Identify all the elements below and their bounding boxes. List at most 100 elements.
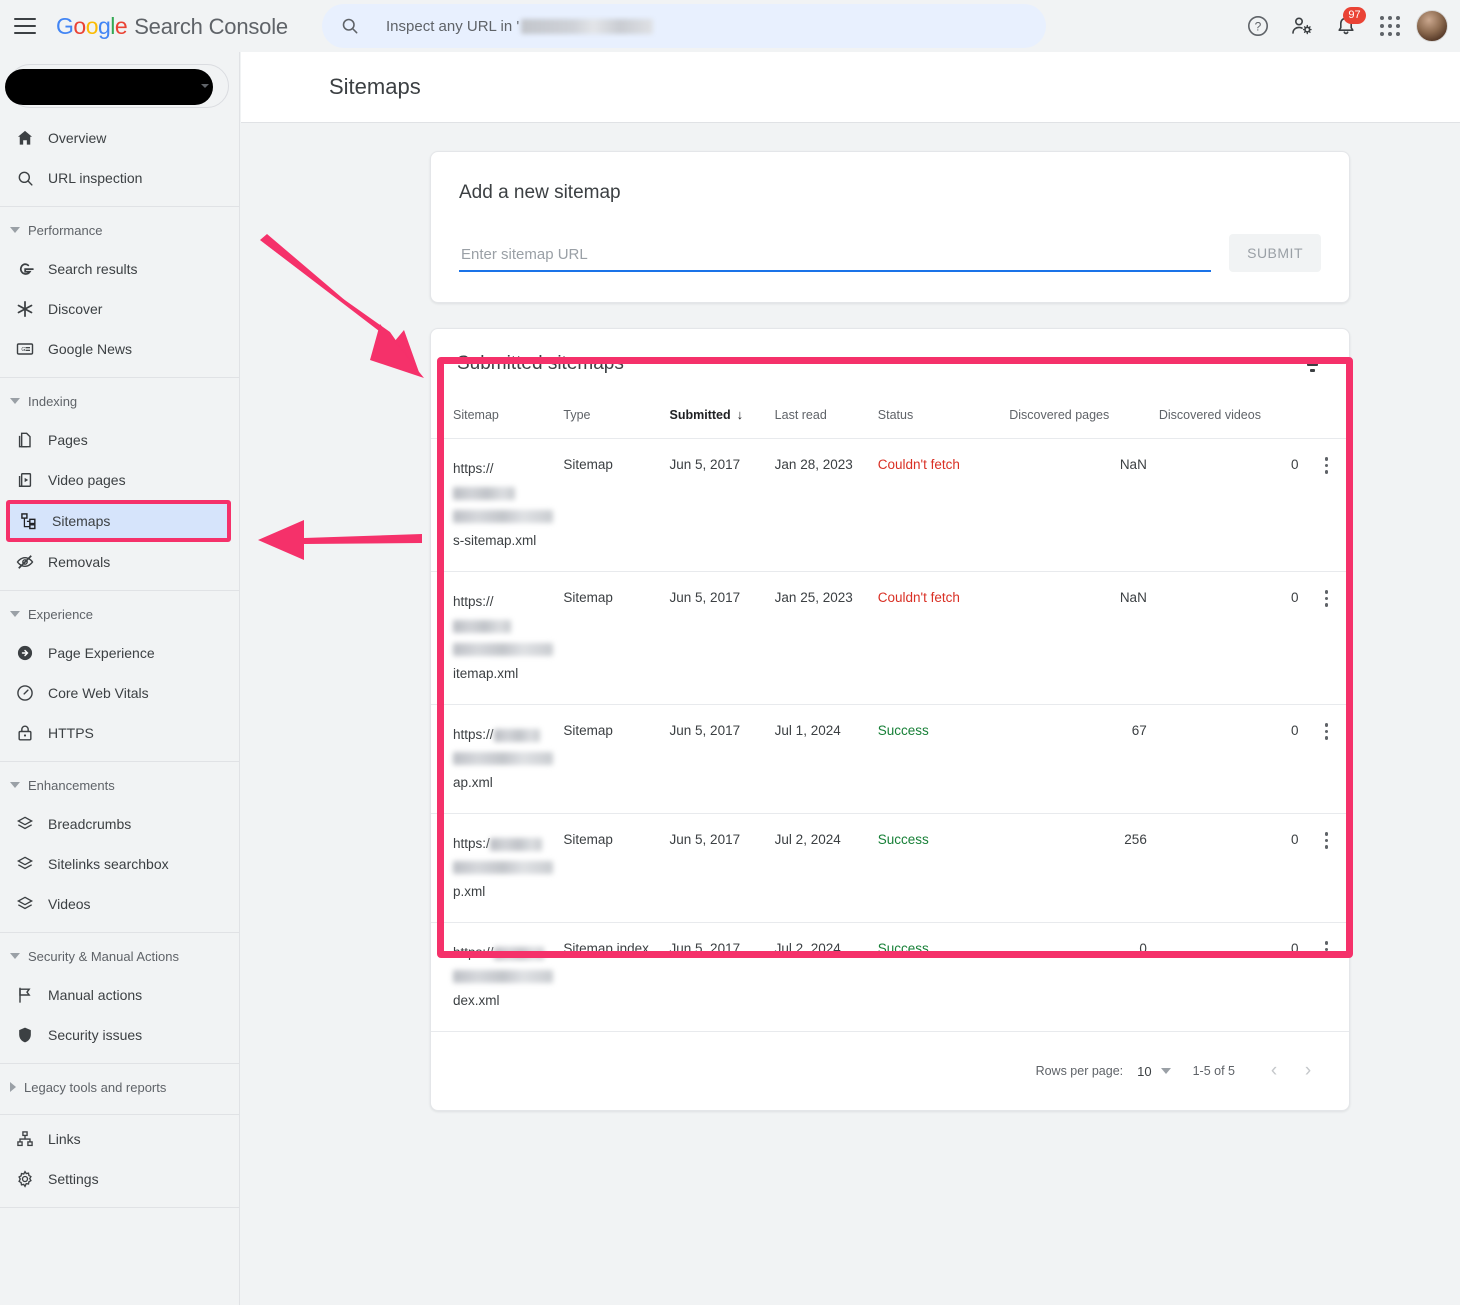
page-title: Sitemaps xyxy=(329,74,421,99)
avatar[interactable] xyxy=(1416,10,1448,42)
cell-last-read: Jan 25, 2023 xyxy=(768,571,872,705)
cell-last-read: Jul 1, 2024 xyxy=(768,704,872,814)
column-header-status[interactable]: Status xyxy=(871,395,1004,439)
sidebar-item-label: Removals xyxy=(48,554,111,570)
table-pagination: Rows per page: 10 1-5 of 5 ‹ › xyxy=(431,1032,1349,1110)
row-menu-icon[interactable] xyxy=(1317,832,1337,849)
sidebar-item-core-web-vitals[interactable]: Core Web Vitals xyxy=(0,673,239,713)
sidebar-item-page-experience[interactable]: Page Experience xyxy=(0,633,239,673)
sidebar-item-label: Videos xyxy=(48,896,91,912)
notifications-icon[interactable]: 97 xyxy=(1324,4,1368,48)
redacted-url-line xyxy=(453,510,553,523)
sitemap-url-input[interactable] xyxy=(459,246,1212,272)
sidebar-item-https[interactable]: HTTPS xyxy=(0,713,239,753)
row-menu-icon[interactable] xyxy=(1317,457,1337,474)
column-header-last-read[interactable]: Last read xyxy=(768,395,872,439)
search-icon xyxy=(342,18,358,34)
sidebar-group-legacy-tools[interactable]: Legacy tools and reports xyxy=(0,1068,239,1106)
sidebar-item-url-inspection[interactable]: URL inspection xyxy=(0,158,239,198)
column-header-type[interactable]: Type xyxy=(557,395,664,439)
help-icon[interactable]: ? xyxy=(1236,4,1280,48)
chevron-down-icon[interactable] xyxy=(1160,1068,1171,1074)
sidebar-group-enhancements[interactable]: Enhancements xyxy=(0,766,239,804)
sidebar-item-label: Discover xyxy=(48,301,103,317)
sidebar-group-performance[interactable]: Performance xyxy=(0,211,239,249)
cell-submitted: Jun 5, 2017 xyxy=(663,813,769,923)
svg-text:G: G xyxy=(21,347,25,353)
search-console-app: Google Search Console Inspect any URL in… xyxy=(0,0,1460,1305)
sidebar-item-videos[interactable]: Videos xyxy=(0,884,239,924)
eye-off-icon xyxy=(14,551,36,573)
sidebar-item-manual-actions[interactable]: Manual actions xyxy=(0,975,239,1015)
sidebar-item-label: URL inspection xyxy=(48,170,143,186)
next-page-button[interactable]: › xyxy=(1291,1054,1325,1088)
sidebar-item-sitelinks-searchbox[interactable]: Sitelinks searchbox xyxy=(0,844,239,884)
chevron-down-icon xyxy=(10,953,20,959)
column-header-discovered-pages[interactable]: Discovered pages xyxy=(1003,395,1153,439)
table-row[interactable]: https:// ap.xml Sitemap Jun 5, 2017 Jul 1… xyxy=(431,704,1349,814)
menu-icon[interactable] xyxy=(14,18,36,34)
chevron-down-icon xyxy=(10,611,20,617)
cell-discovered-pages: 256 xyxy=(1003,813,1153,923)
sidebar-item-label: Pages xyxy=(48,432,88,448)
apps-grid-icon[interactable] xyxy=(1368,4,1412,48)
sidebar-item-overview[interactable]: Overview xyxy=(0,118,239,158)
sidebar-item-links[interactable]: Links xyxy=(0,1119,239,1159)
table-row[interactable]: https:// itemap.xml Sitemap Jun 5, 2017 J… xyxy=(431,571,1349,705)
sidebar-item-label: Sitelinks searchbox xyxy=(48,856,169,872)
table-row[interactable]: https:/ p.xml Sitemap Jun 5, 2017 Jul 2, … xyxy=(431,813,1349,923)
account-settings-icon[interactable] xyxy=(1280,4,1324,48)
rows-per-page-value[interactable]: 10 xyxy=(1137,1064,1151,1079)
cell-discovered-videos: 0 xyxy=(1152,813,1305,923)
submitted-sitemaps-card: Submitted sitemaps Sitemap Type Submitte… xyxy=(430,328,1350,1111)
cell-actions xyxy=(1304,813,1349,923)
sidebar-item-google-news[interactable]: G Google News xyxy=(0,329,239,369)
table-row[interactable]: https:// s-sitemap.xml Sitemap Jun 5, 201… xyxy=(431,438,1349,572)
column-header-discovered-videos[interactable]: Discovered videos xyxy=(1152,395,1305,439)
sidebar-group-indexing[interactable]: Indexing xyxy=(0,382,239,420)
cell-status: Couldn't fetch xyxy=(871,438,1004,572)
redacted-url-line xyxy=(453,643,553,656)
redacted-url-part xyxy=(493,946,544,960)
top-bar: Google Search Console Inspect any URL in… xyxy=(0,0,1460,52)
submitted-sitemaps-table: Sitemap Type Submitted ↓ Last read Status… xyxy=(431,395,1349,1032)
sidebar-group-label: Security & Manual Actions xyxy=(28,948,180,964)
filter-icon[interactable] xyxy=(1301,353,1323,375)
sidebar-group-experience[interactable]: Experience xyxy=(0,595,239,633)
sitemap-url-prefix: https:// xyxy=(453,594,494,609)
sidebar-item-pages[interactable]: Pages xyxy=(0,420,239,460)
sidebar-item-removals[interactable]: Removals xyxy=(0,542,239,582)
submit-button[interactable]: SUBMIT xyxy=(1229,234,1321,272)
row-menu-icon[interactable] xyxy=(1317,590,1337,607)
sidebar-group-security[interactable]: Security & Manual Actions xyxy=(0,937,239,975)
row-menu-icon[interactable] xyxy=(1317,723,1337,740)
property-selector[interactable] xyxy=(5,64,229,108)
column-header-submitted[interactable]: Submitted ↓ xyxy=(663,395,769,439)
table-row[interactable]: https:// dex.xml Sitemap index Jun 5, 201… xyxy=(431,922,1349,1032)
column-header-submitted-label: Submitted xyxy=(669,408,731,422)
sidebar-item-settings[interactable]: Settings xyxy=(0,1159,239,1199)
sidebar-item-label: Sitemaps xyxy=(52,513,111,529)
sitemap-url-prefix: https:/ xyxy=(453,836,490,851)
previous-page-button[interactable]: ‹ xyxy=(1257,1054,1291,1088)
cell-discovered-pages: 67 xyxy=(1003,704,1153,814)
row-menu-icon[interactable] xyxy=(1317,941,1337,958)
column-header-sitemap[interactable]: Sitemap xyxy=(431,395,558,439)
sidebar-item-label: Video pages xyxy=(48,472,126,488)
page-experience-icon xyxy=(14,642,36,664)
sidebar-item-label: Security issues xyxy=(48,1027,143,1043)
sidebar-item-video-pages[interactable]: Video pages xyxy=(0,460,239,500)
cell-submitted: Jun 5, 2017 xyxy=(663,438,769,572)
sitemap-url-suffix: p.xml xyxy=(453,884,486,899)
sidebar-item-label: Links xyxy=(48,1131,81,1147)
sidebar-item-sitemaps[interactable]: Sitemaps xyxy=(6,500,231,542)
sidebar-item-search-results[interactable]: Search results xyxy=(0,249,239,289)
sidebar-item-breadcrumbs[interactable]: Breadcrumbs xyxy=(0,804,239,844)
sidebar-item-security-issues[interactable]: Security issues xyxy=(0,1015,239,1055)
cell-sitemap: https:// itemap.xml xyxy=(431,571,558,705)
add-sitemap-row: SUBMIT xyxy=(459,234,1321,272)
url-inspection-search[interactable]: Inspect any URL in ' xyxy=(322,4,1046,48)
sidebar-item-discover[interactable]: Discover xyxy=(0,289,239,329)
redacted-url-part xyxy=(453,619,511,633)
redacted-url-part xyxy=(489,837,542,851)
